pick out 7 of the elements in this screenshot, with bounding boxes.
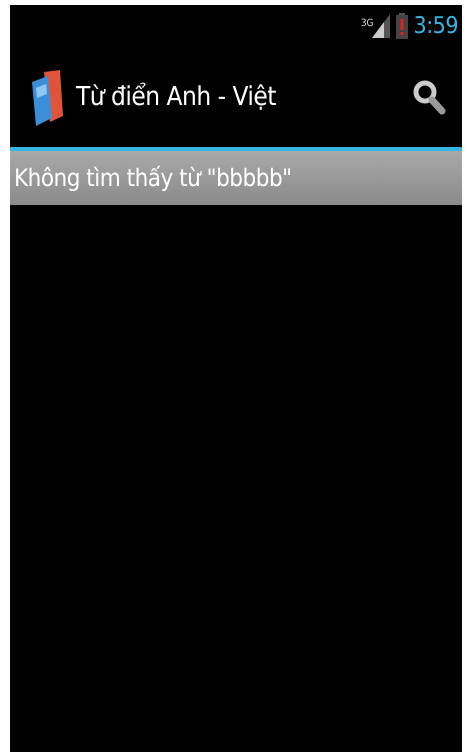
battery-icon [396,13,408,39]
clock-time: 3:59 [414,13,458,39]
app-title: Từ điển Anh - Việt [76,82,277,112]
no-result-message: Không tìm thấy từ "bbbbb" [10,151,462,205]
books-icon [30,68,64,126]
signal-icon [372,14,390,38]
network-type: 3G [360,18,374,29]
